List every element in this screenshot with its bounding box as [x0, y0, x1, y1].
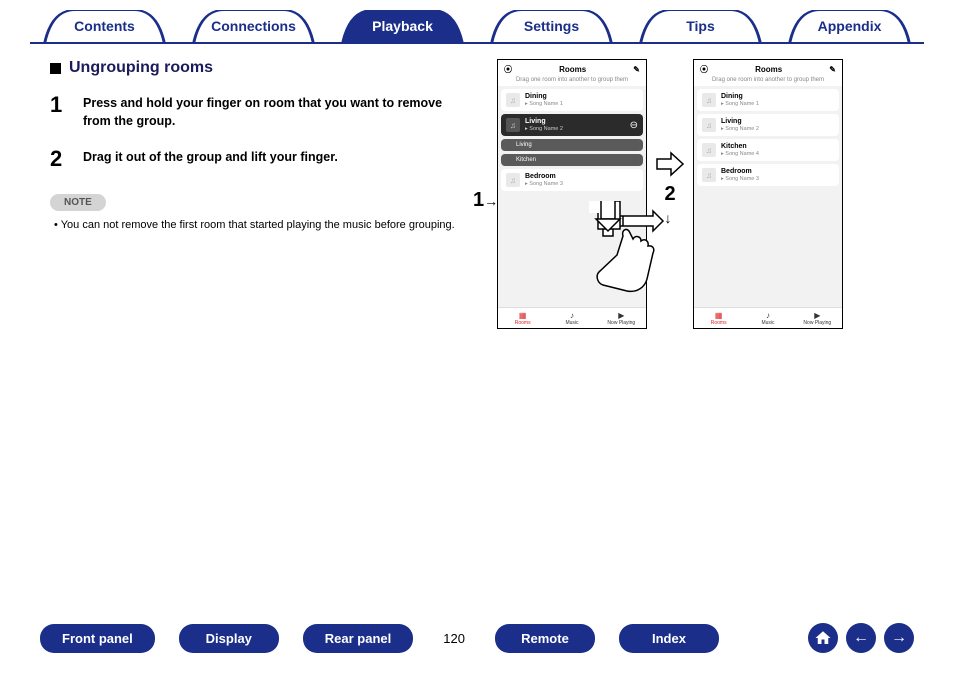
page-content: Ungrouping rooms 1 Press and hold your f… [0, 44, 954, 329]
phone-body: ♫ Dining▸ Song Name 1 ♫ Living▸ Song Nam… [694, 86, 842, 307]
prev-button[interactable]: ← [846, 623, 876, 653]
tab-contents[interactable]: Contents [30, 10, 179, 42]
music-icon: ♪ [743, 311, 792, 320]
phone-footer: ▦Rooms ♪Music ▶Now Playing [694, 307, 842, 328]
phone-hint: Drag one room into another to group them [694, 77, 842, 86]
instructions-column: Ungrouping rooms 1 Press and hold your f… [50, 59, 467, 329]
room-subitem-kitchen: Kitchen [501, 154, 643, 166]
room-subitem-living: Living [501, 139, 643, 151]
step-number: 2 [50, 146, 68, 172]
page-number: 120 [437, 624, 471, 653]
phone-body: ♫ Dining ▸ Song Name 1 ♫ Living ▸ Song N… [498, 86, 646, 307]
between-arrow: 2↓ [655, 59, 685, 229]
tab-appendix[interactable]: Appendix [775, 10, 924, 42]
room-item: ♫ Bedroom▸ Song Name 3 [697, 164, 839, 186]
edit-icon: ✎ [829, 65, 836, 74]
nav-icon-group: ← → [808, 623, 914, 653]
music-note-icon: ♫ [506, 173, 520, 187]
front-panel-button[interactable]: Front panel [40, 624, 155, 653]
footer-nowplaying: ▶Now Playing [793, 311, 842, 326]
rear-panel-button[interactable]: Rear panel [303, 624, 413, 653]
music-note-icon: ♫ [702, 93, 716, 107]
step-1: 1 Press and hold your finger on room tha… [50, 92, 467, 130]
phone-after: ⦿ Rooms ✎ Drag one room into another to … [693, 59, 843, 329]
illustration-column: 1→ ⦿ Rooms ✎ Drag one room into another … [497, 59, 914, 329]
music-note-icon: ♫ [702, 168, 716, 182]
note-badge: NOTE [50, 194, 106, 211]
phone-header: ⦿ Rooms ✎ [694, 60, 842, 77]
room-item-bedroom: ♫ Bedroom ▸ Song Name 3 [501, 169, 643, 191]
play-icon: ▶ [597, 311, 646, 320]
arrow-right-icon: → [891, 629, 907, 647]
menu-icon: ⦿ [504, 64, 512, 75]
music-note-icon: ♫ [506, 93, 520, 107]
arrow-left-icon: ← [853, 629, 869, 647]
index-button[interactable]: Index [619, 624, 719, 653]
tab-tips[interactable]: Tips [626, 10, 775, 42]
step-number: 1 [50, 92, 68, 118]
collapse-icon: ⊖ [630, 120, 638, 131]
music-icon: ♪ [547, 311, 596, 320]
step-text: Press and hold your finger on room that … [83, 92, 467, 130]
tab-settings[interactable]: Settings [477, 10, 626, 42]
note-text: You can not remove the first room that s… [54, 217, 467, 234]
tab-label: Connections [179, 10, 328, 42]
room-item: ♫ Dining▸ Song Name 1 [697, 89, 839, 111]
callout-1: 1→ [473, 189, 498, 212]
remote-button[interactable]: Remote [495, 624, 595, 653]
callout-2: 2↓ [664, 183, 675, 229]
next-button[interactable]: → [884, 623, 914, 653]
tab-label: Tips [626, 10, 775, 42]
room-item-living-group: ♫ Living ▸ Song Name 2 ⊖ [501, 114, 643, 136]
room-item-dining: ♫ Dining ▸ Song Name 1 [501, 89, 643, 111]
phone-title: Rooms [755, 65, 782, 74]
tab-playback[interactable]: Playback [328, 10, 477, 42]
home-button[interactable] [808, 623, 838, 653]
top-tabs: Contents Connections Playback Settings T… [0, 0, 954, 42]
phone-before: ⦿ Rooms ✎ Drag one room into another to … [497, 59, 647, 329]
rooms-icon: ▦ [694, 311, 743, 320]
step-2: 2 Drag it out of the group and lift your… [50, 146, 467, 172]
footer-music: ♪Music [743, 311, 792, 326]
tab-label: Playback [328, 10, 477, 42]
footer-rooms: ▦Rooms [498, 311, 547, 326]
tab-label: Appendix [775, 10, 924, 42]
tab-label: Settings [477, 10, 626, 42]
home-icon [814, 629, 832, 647]
music-note-icon: ♫ [702, 143, 716, 157]
display-button[interactable]: Display [179, 624, 279, 653]
menu-icon: ⦿ [700, 64, 708, 75]
footer-music: ♪Music [547, 311, 596, 326]
phone-hint: Drag one room into another to group them [498, 77, 646, 86]
square-bullet-icon [50, 63, 61, 74]
arrow-right-icon [655, 149, 685, 179]
footer-nowplaying: ▶Now Playing [597, 311, 646, 326]
phone-footer: ▦Rooms ♪Music ▶Now Playing [498, 307, 646, 328]
room-item: ♫ Living▸ Song Name 2 [697, 114, 839, 136]
bottom-nav: Front panel Display Rear panel 120 Remot… [0, 623, 954, 653]
section-title-text: Ungrouping rooms [69, 59, 213, 77]
section-title: Ungrouping rooms [50, 59, 467, 77]
phone-title: Rooms [559, 65, 586, 74]
phone-mockups: 1→ ⦿ Rooms ✎ Drag one room into another … [497, 59, 914, 329]
play-icon: ▶ [793, 311, 842, 320]
edit-icon: ✎ [633, 65, 640, 74]
rooms-icon: ▦ [498, 311, 547, 320]
music-note-icon: ♫ [506, 118, 520, 132]
music-note-icon: ♫ [702, 118, 716, 132]
tab-label: Contents [30, 10, 179, 42]
step-text: Drag it out of the group and lift your f… [83, 146, 338, 167]
phone-header: ⦿ Rooms ✎ [498, 60, 646, 77]
tab-connections[interactable]: Connections [179, 10, 328, 42]
footer-rooms: ▦Rooms [694, 311, 743, 326]
room-item: ♫ Kitchen▸ Song Name 4 [697, 139, 839, 161]
